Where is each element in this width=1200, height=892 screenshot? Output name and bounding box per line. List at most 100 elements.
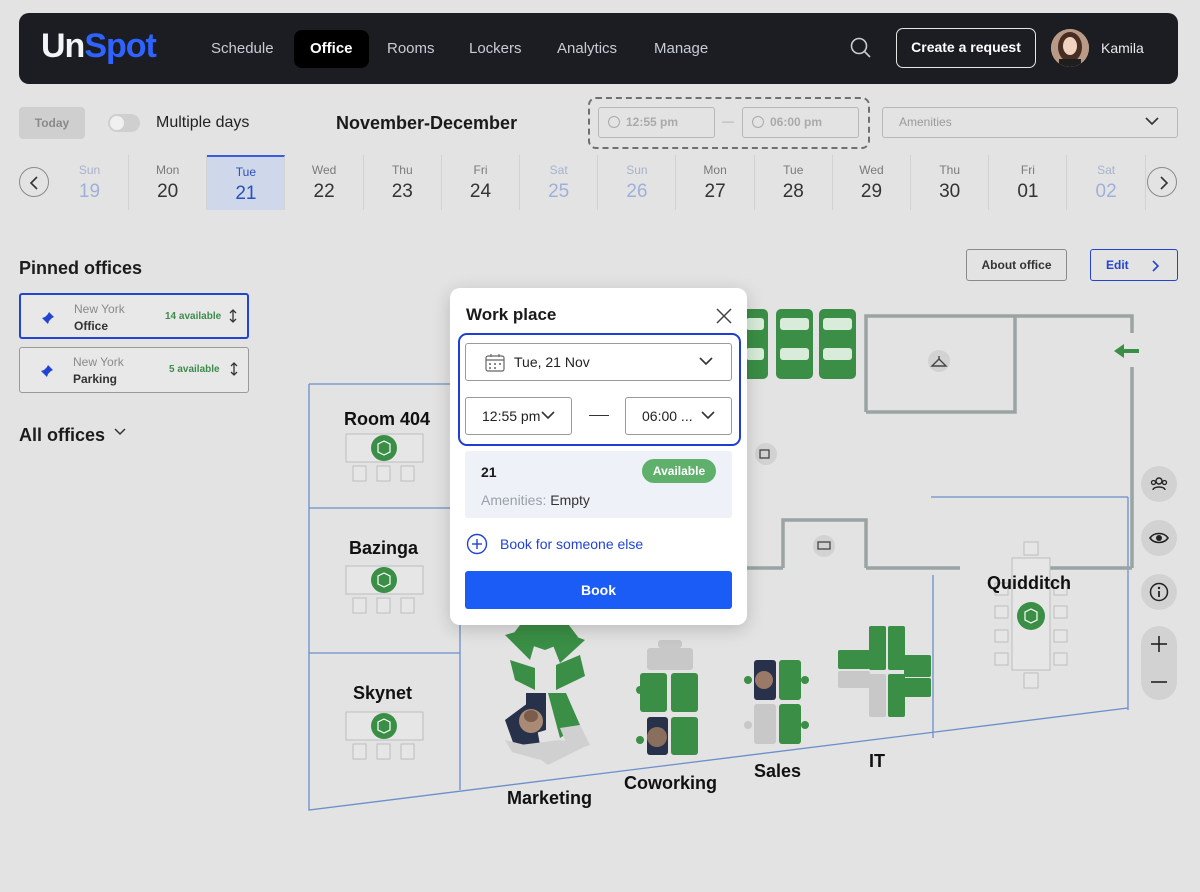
pinned-parking-card[interactable]: New York Parking 5 available [19,347,249,393]
time-to-field[interactable]: 06:00 pm [742,107,859,138]
pinned-availability: 14 available [165,311,222,322]
time-to-value: 06:00 pm [770,115,823,129]
day-thu-30[interactable]: Thu 30 [911,155,990,210]
day-date: 29 [860,181,883,202]
calendar-icon [485,354,505,372]
pinned-office-card[interactable]: New York Office 14 available [19,293,249,339]
edit-button[interactable]: Edit [1090,249,1178,281]
seat-number: 21 [481,464,497,480]
day-wed-22[interactable]: Wed 22 [286,155,364,210]
plus-circle-icon [466,533,488,555]
zoom-out-icon[interactable] [1149,672,1169,692]
today-button[interactable]: Today [19,107,85,139]
info-button[interactable] [1141,574,1177,610]
user-name[interactable]: Kamila [1101,40,1144,56]
day-name: Fri [473,163,488,177]
time-from-field[interactable]: 12:55 pm [598,107,715,138]
selected-date: Tue, 21 Nov [514,354,590,370]
nav-lockers[interactable]: Lockers [453,30,538,68]
zone-label-it: IT [869,751,885,771]
day-fri-24[interactable]: Fri 24 [442,155,520,210]
seat-amenities: Amenities: Empty [481,492,590,508]
day-name: Tue [783,163,804,177]
prev-week-button[interactable] [19,167,49,197]
close-icon[interactable] [716,308,732,324]
create-request-button[interactable]: Create a request [896,28,1036,68]
pin-icon [41,365,53,377]
start-time-select[interactable]: 12:55 pm [465,397,572,435]
pinned-type: Parking [73,372,118,386]
reorder-icon[interactable] [230,362,238,376]
day-mon-20[interactable]: Mon 20 [129,155,208,210]
day-wed-29[interactable]: Wed 29 [833,155,911,210]
chevron-right-icon [1152,260,1159,272]
amenities-value: Empty [550,492,590,508]
seat-info-card: 21 Available Amenities: Empty [465,451,732,518]
day-date: 01 [1017,181,1039,202]
month-range-label: November-December [336,113,518,133]
book-button[interactable]: Book [465,571,732,609]
about-office-button[interactable]: About office [966,249,1067,281]
clock-icon [752,116,764,128]
day-sat-25[interactable]: Sat 25 [520,155,599,210]
day-sun-26[interactable]: Sun 26 [598,155,677,210]
reorder-icon[interactable] [229,309,237,323]
people-filter-button[interactable] [1141,466,1177,502]
pin-icon [42,312,54,324]
room-label-room404[interactable]: Room 404 [344,409,430,430]
multiple-days-label: Multiple days [156,114,250,131]
skynet-seat[interactable] [371,713,397,739]
room-label-skynet[interactable]: Skynet [353,683,412,704]
day-tue-21[interactable]: Tue 21 [207,155,286,210]
day-sun-19[interactable]: Sun 19 [51,155,129,210]
status-badge: Available [642,459,716,483]
zoom-controls [1141,626,1177,700]
day-tue-28[interactable]: Tue 28 [755,155,833,210]
nav-office[interactable]: Office [294,30,369,68]
day-name: Thu [391,163,413,177]
eye-icon [1149,532,1169,544]
search-icon[interactable] [849,36,873,60]
chevron-down-icon [541,411,555,420]
zone-label-sales: Sales [754,761,802,781]
day-name: Wed [311,163,337,177]
pinned-offices-title: Pinned offices [19,258,143,278]
top-header: UnSpot Schedule Office Rooms Lockers Ana… [19,13,1178,84]
room-label-bazinga[interactable]: Bazinga [349,538,418,559]
day-sat-02[interactable]: Sat 02 [1068,155,1146,210]
end-time-select[interactable]: 06:00 ... [625,397,732,435]
day-date: 20 [157,181,179,202]
all-offices-toggle[interactable]: All offices [19,425,105,446]
amenities-select[interactable]: Amenities [882,107,1178,138]
day-name: Fri [1020,163,1035,177]
nav-rooms[interactable]: Rooms [371,30,451,68]
quidditch-seat[interactable] [1017,602,1045,630]
day-date: 21 [235,183,257,204]
amenities-placeholder: Amenities [899,115,952,129]
book-for-someone-else-link[interactable]: Book for someone else [466,533,643,555]
next-week-button[interactable] [1147,167,1177,197]
multiple-days-toggle[interactable] [108,114,140,132]
chevron-down-icon [699,357,713,366]
zoom-in-icon[interactable] [1149,634,1169,654]
date-select[interactable]: Tue, 21 Nov [465,343,732,381]
room-label-quidditch[interactable]: Quidditch [987,573,1071,594]
day-thu-23[interactable]: Thu 23 [364,155,442,210]
day-name: Mon [156,163,180,177]
pinned-city: New York [74,302,125,316]
room-404-seat[interactable] [371,435,397,461]
visibility-button[interactable] [1141,520,1177,556]
day-name: Sun [78,163,101,177]
time-separator: — [722,114,734,128]
day-name: Mon [703,163,727,177]
day-fri-01[interactable]: Fri 01 [989,155,1068,210]
bazinga-seat[interactable] [371,567,397,593]
nav-schedule[interactable]: Schedule [195,30,290,68]
nav-manage[interactable]: Manage [638,30,724,68]
day-mon-27[interactable]: Mon 27 [677,155,755,210]
unspot-logo[interactable]: UnSpot [41,27,157,66]
chevron-down-icon[interactable] [114,428,126,436]
day-date: 23 [391,181,413,202]
nav-analytics[interactable]: Analytics [541,30,633,68]
user-avatar[interactable] [1051,29,1089,67]
